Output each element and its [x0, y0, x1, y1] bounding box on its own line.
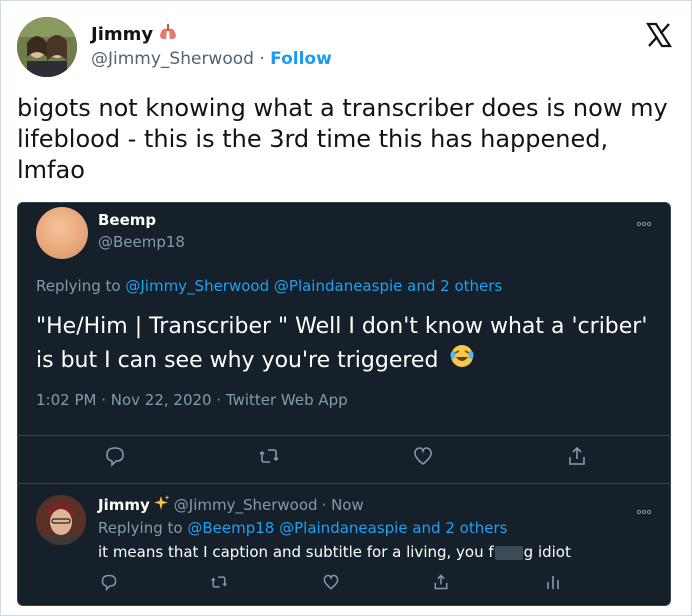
reply-author-name: Jimmy: [98, 496, 150, 514]
x-logo-icon[interactable]: [645, 21, 673, 49]
embedded-text-content: "He/Him | Transcriber " Well I don't kno…: [36, 314, 648, 373]
reply-text-start: it means that I caption and subtitle for…: [98, 543, 494, 561]
embedded-author-handle: @Beemp18: [98, 233, 185, 251]
mention-link: @Jimmy_Sherwood: [125, 277, 270, 295]
author-name[interactable]: Jimmy: [91, 24, 153, 45]
avatar[interactable]: [17, 17, 77, 77]
analytics-icon: [544, 573, 562, 591]
tweet-card: Jimmy @Jimmy_Sherwood · Follow bigots no…: [0, 0, 692, 616]
sparkles-emoji-icon: [153, 495, 170, 515]
tweet-meta: 1:02 PM · Nov 22, 2020 · Twitter Web App: [36, 391, 348, 409]
share-icon: [432, 573, 450, 591]
divider: [18, 483, 670, 484]
replying-prefix: Replying to: [98, 519, 183, 537]
embedded-avatar: [36, 207, 88, 259]
mention-link: @Plaindaneaspie: [279, 519, 408, 537]
tweet-text: bigots not knowing what a transcriber do…: [17, 94, 668, 184]
mention-link: @Plaindaneaspie: [273, 277, 403, 295]
reply-icon: [104, 445, 126, 467]
like-icon: [322, 573, 340, 591]
author-handle-row: @Jimmy_Sherwood · Follow: [91, 49, 332, 69]
reply-text: it means that I caption and subtitle for…: [98, 543, 571, 561]
author-name-row: Jimmy: [91, 23, 177, 46]
embedded-author-name: Beemp: [98, 211, 157, 229]
lungs-emoji-icon: [159, 23, 177, 46]
follow-button[interactable]: Follow: [270, 49, 332, 69]
others-link: and 2 others: [407, 277, 503, 295]
reply-icon: [100, 573, 118, 592]
reply-time: · Now: [321, 496, 364, 514]
embedded-action-bar: [18, 439, 670, 479]
others-link: and 2 others: [412, 519, 508, 537]
mention-link: @Beemp18: [187, 519, 275, 537]
reply-action-bar: [18, 569, 670, 603]
embedded-screenshot: Beemp @Beemp18 Replying to @Jimmy_Sherwo…: [17, 202, 671, 606]
censor-blur: [494, 545, 523, 560]
replying-prefix: Replying to: [36, 277, 121, 295]
author-handle[interactable]: @Jimmy_Sherwood: [91, 49, 254, 69]
reply-header: Jimmy @Jimmy_Sherwood · Now: [98, 495, 364, 515]
replying-to-line: Replying to @Jimmy_Sherwood @Plaindaneas…: [36, 277, 502, 295]
like-icon: [412, 445, 434, 467]
separator-dot: ·: [259, 49, 265, 69]
retweet-icon: [258, 445, 280, 467]
divider: [18, 435, 670, 436]
share-icon: [566, 445, 588, 467]
reply-author-handle: @Jimmy_Sherwood: [173, 496, 318, 514]
more-options-icon: [636, 501, 652, 515]
more-options-icon: [636, 213, 652, 227]
tweet-header: Jimmy @Jimmy_Sherwood · Follow: [17, 17, 677, 81]
reply-replying-to-line: Replying to @Beemp18 @Plaindaneaspie and…: [98, 519, 507, 537]
reply-text-end: g idiot: [523, 543, 571, 561]
embedded-tweet-text: "He/Him | Transcriber " Well I don't kno…: [36, 311, 656, 379]
reply-avatar: [36, 495, 86, 545]
retweet-icon: [210, 573, 228, 591]
laughing-crying-emoji-icon: [449, 343, 475, 379]
